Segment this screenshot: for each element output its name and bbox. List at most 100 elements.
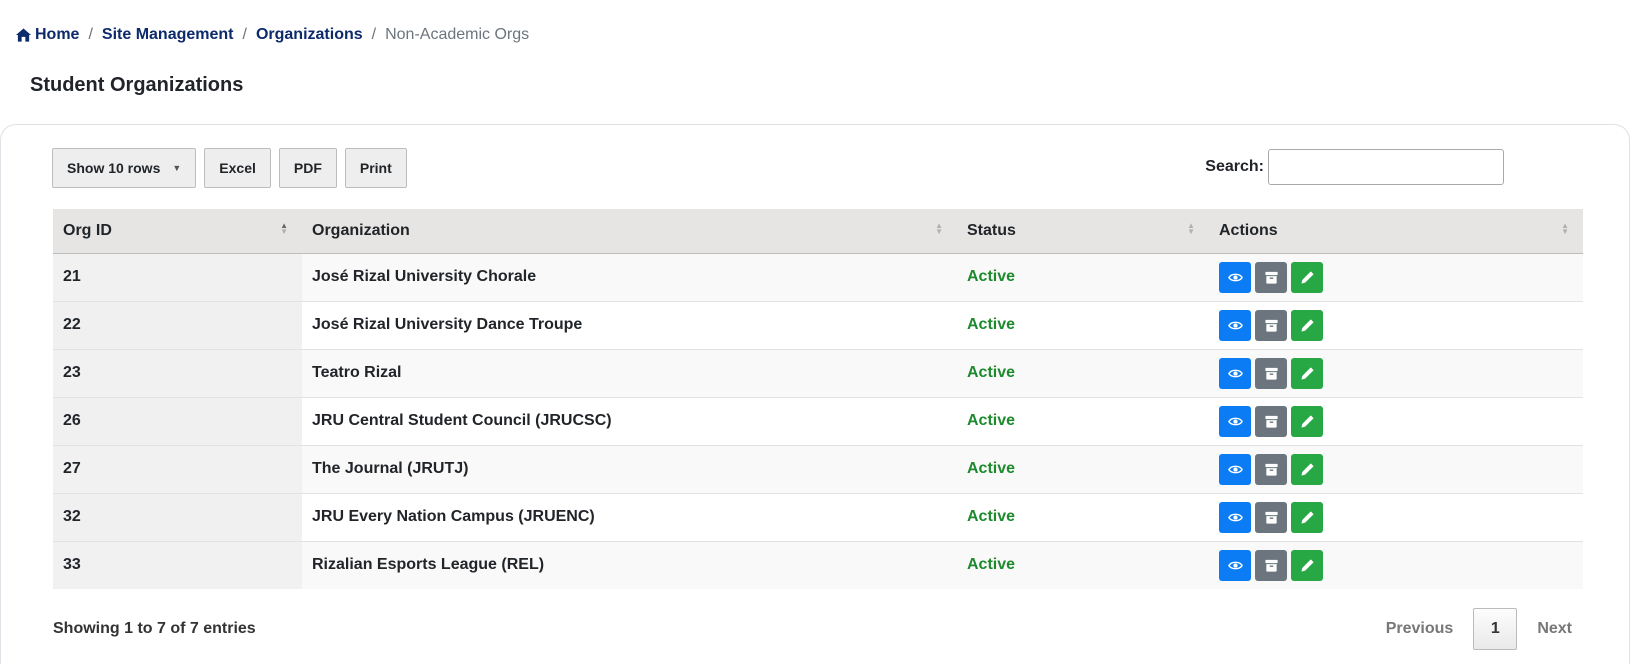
org-id-cell: 21 (53, 252, 302, 301)
view-button[interactable] (1219, 357, 1251, 389)
pencil-icon (1300, 510, 1314, 524)
sort-icon: ▲ ▼ (1187, 221, 1195, 236)
table-body: 21 José Rizal University Chorale Active 22 J… (53, 252, 1583, 589)
org-id-cell: 23 (53, 348, 302, 397)
view-button[interactable] (1219, 309, 1251, 341)
view-button[interactable] (1219, 261, 1251, 293)
archive-button[interactable] (1255, 549, 1287, 581)
edit-button[interactable] (1291, 549, 1323, 581)
view-button[interactable] (1219, 549, 1251, 581)
archive-icon (1264, 511, 1278, 524)
breadcrumb-home-label: Home (35, 26, 80, 43)
table-row: 22 José Rizal University Dance Troupe Acti… (53, 300, 1583, 349)
org-id-cell: 26 (53, 396, 302, 445)
status-cell: Active (957, 540, 1209, 589)
archive-icon (1264, 367, 1278, 380)
table-info: Showing 1 to 7 of 7 entries (53, 620, 256, 637)
table-row: 32 JRU Every Nation Campus (JRUENC) Active (53, 492, 1583, 541)
status-cell: Active (957, 396, 1209, 445)
archive-button[interactable] (1255, 501, 1287, 533)
caret-down-icon: ▼ (172, 163, 182, 173)
archive-button[interactable] (1255, 309, 1287, 341)
print-button[interactable]: Print (344, 148, 407, 188)
eye-icon (1227, 273, 1243, 281)
excel-button[interactable]: Excel (204, 148, 271, 188)
edit-button[interactable] (1291, 501, 1323, 533)
eye-icon (1227, 465, 1243, 473)
organization-cell: JRU Central Student Council (JRUCSC) (302, 396, 957, 445)
pencil-icon (1300, 270, 1314, 284)
search-area: Search: (1205, 149, 1504, 185)
column-header-org-id[interactable]: Org ID ▲ ▼ (53, 209, 302, 254)
table-row: 33 Rizalian Esports League (REL) Active (53, 540, 1583, 589)
view-button[interactable] (1219, 501, 1251, 533)
breadcrumb-separator: / (88, 26, 93, 43)
table-toolbar: Show 10 rows ▼ Excel PDF Print (52, 148, 407, 188)
home-icon (16, 28, 31, 42)
show-rows-button[interactable]: Show 10 rows ▼ (52, 148, 197, 188)
actions-cell (1209, 492, 1583, 541)
column-header-label: Status (967, 221, 1016, 239)
pencil-icon (1300, 366, 1314, 380)
archive-icon (1264, 463, 1278, 476)
next-page-button[interactable]: Next (1523, 620, 1586, 638)
pencil-icon (1300, 462, 1314, 476)
table-header-row: Org ID ▲ ▼ Organization ▲ ▼ Status ▲ ▼ Acti… (53, 209, 1583, 254)
archive-icon (1264, 415, 1278, 428)
status-cell: Active (957, 444, 1209, 493)
archive-button[interactable] (1255, 405, 1287, 437)
page-1-button[interactable]: 1 (1473, 608, 1518, 650)
breadcrumb-separator: / (242, 26, 247, 43)
edit-button[interactable] (1291, 357, 1323, 389)
organization-cell: José Rizal University Chorale (302, 252, 957, 301)
edit-button[interactable] (1291, 309, 1323, 341)
column-header-label: Actions (1219, 221, 1278, 239)
edit-button[interactable] (1291, 405, 1323, 437)
status-cell: Active (957, 492, 1209, 541)
breadcrumb-current: Non-Academic Orgs (385, 26, 530, 43)
eye-icon (1227, 369, 1243, 377)
edit-button[interactable] (1291, 453, 1323, 485)
actions-cell (1209, 348, 1583, 397)
sort-icon: ▲ ▼ (935, 221, 943, 236)
pdf-button[interactable]: PDF (278, 148, 337, 188)
page-title: Student Organizations (30, 74, 244, 96)
column-header-actions[interactable]: Actions ▲ ▼ (1209, 209, 1583, 254)
breadcrumb-site-management-link[interactable]: Site Management (102, 26, 234, 44)
table-row: 21 José Rizal University Chorale Active (53, 252, 1583, 301)
breadcrumb-separator: / (371, 26, 377, 43)
status-cell: Active (957, 348, 1209, 397)
archive-button[interactable] (1255, 453, 1287, 485)
table-row: 23 Teatro Rizal Active (53, 348, 1583, 397)
pencil-icon (1300, 559, 1314, 572)
previous-page-button[interactable]: Previous (1372, 620, 1468, 638)
org-id-cell: 32 (53, 492, 302, 541)
org-id-cell: 33 (53, 540, 302, 589)
breadcrumb-organizations-link[interactable]: Organizations (256, 26, 363, 44)
view-button[interactable] (1219, 453, 1251, 485)
archive-button[interactable] (1255, 357, 1287, 389)
search-input[interactable] (1268, 149, 1504, 185)
eye-icon (1227, 561, 1243, 570)
edit-button[interactable] (1291, 261, 1323, 293)
organization-cell: JRU Every Nation Campus (JRUENC) (302, 492, 957, 541)
eye-icon (1227, 417, 1243, 425)
organization-cell: José Rizal University Dance Troupe (302, 300, 957, 349)
archive-icon (1264, 559, 1278, 572)
organization-cell: Rizalian Esports League (REL) (302, 540, 957, 589)
archive-icon (1264, 271, 1278, 284)
column-header-organization[interactable]: Organization ▲ ▼ (302, 209, 957, 254)
table-row: 26 JRU Central Student Council (JRUCSC) Ac… (53, 396, 1583, 445)
organization-cell: The Journal (JRUTJ) (302, 444, 957, 493)
column-header-label: Organization (312, 221, 410, 239)
pagination: Previous 1 Next (1372, 608, 1586, 650)
status-cell: Active (957, 300, 1209, 349)
column-header-status[interactable]: Status ▲ ▼ (957, 209, 1209, 254)
breadcrumb: Home / Site Management / Organizations /… (16, 26, 529, 44)
view-button[interactable] (1219, 405, 1251, 437)
breadcrumb-home-link[interactable]: Home (16, 26, 79, 44)
actions-cell (1209, 396, 1583, 445)
archive-button[interactable] (1255, 261, 1287, 293)
actions-cell (1209, 252, 1583, 301)
organization-cell: Teatro Rizal (302, 348, 957, 397)
